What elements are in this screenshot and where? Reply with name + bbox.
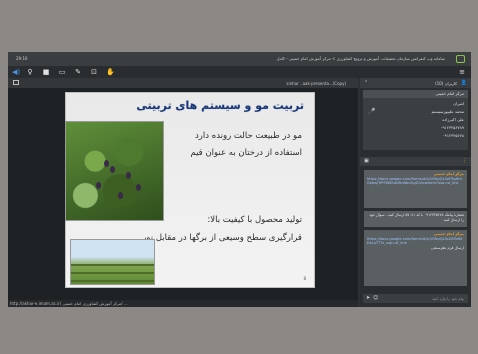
screen-share-icon[interactable]: ▭ [58,68,66,76]
users-icon: 👤 [460,80,467,86]
slide-line: قرارگیری سطح وسیعی از برگها در مقابل نور [142,233,302,243]
user-item[interactable]: علی اکبرزاده [442,117,464,122]
emoji-icon[interactable]: ☺ [373,295,378,301]
stage-header: sinhar ..aak-presenta...(Copy) [8,78,358,88]
chat-message: مرکز امام خمینی https://docs.google.com/… [364,170,467,208]
user-item[interactable]: مرکز امام خمینی [363,90,468,98]
user-item[interactable]: امیران [453,101,464,106]
slide-line: تولید محصول با کیفیت بالا: [207,215,302,225]
slide-line: مو در طبیعت حالت رونده دارد [195,131,302,141]
chat-input[interactable]: ➤ ☺ پیام خود را وارد کنید [363,294,468,303]
vineyard-photo [70,239,155,285]
right-sidebar: ⌃ کاربران (10) 👤 مرکز امام خمینی امیران … [360,78,471,307]
whiteboard-icon[interactable]: ⊡ [90,68,98,76]
collapse-icon[interactable]: ⌃ [364,80,368,86]
grapevine-photo [65,121,164,221]
presentation-slide: تربیت مو و سیستم های تربیتی مو در طبیعت … [65,92,315,288]
users-list: مرکز امام خمینی امیران محمد علیپورسیستم … [363,90,468,150]
user-item[interactable]: محمد علیپورسیستم [431,109,464,114]
status-url: http://akhar-e.imam.ac.ir/ مرکز آموزش کش… [10,301,128,306]
active-mic-icon: 🎤 [368,108,376,115]
message-link[interactable]: https://docs.google.com/forms/d/e/1FAIpQ… [367,237,464,246]
chat-icon[interactable]: ▣ [364,158,369,164]
conference-app-window: 29:16 سامانه وب کنفرانس سازمان تحقیقات، … [8,52,471,307]
message-link[interactable]: https://docs.google.com/forms/d/e/1FAIpQ… [367,177,464,186]
status-bar: http://akhar-e.imam.ac.ir/ مرکز آموزش کش… [8,300,358,307]
user-item[interactable]: ۰۹۱۲۳۴۵۶۷۸ [443,133,464,138]
options-icon[interactable]: ⋮ [462,158,467,164]
presentation-stage: تربیت مو و سیستم های تربیتی مو در طبیعت … [8,88,358,300]
app-logo-icon [456,55,465,63]
chat-input-placeholder: پیام خود را وارد کنید [432,296,464,301]
mic-icon[interactable]: ♀ [26,68,34,76]
chat-message: شماره پیامک ۰۹۱۲۳۴۵۶۷۸ با کد ۵۷۰۸۱ ارسال… [364,211,467,227]
main-toolbar: ◀) ♀ ■ ▭ ✎ ⊡ ✋ ≡ [8,66,471,78]
users-count: کاربران (10) [435,81,457,86]
pen-icon[interactable]: ✎ [74,68,82,76]
menu-icon[interactable]: ≡ [458,68,466,76]
window-title: سامانه وب کنفرانس سازمان تحقیقات، آموزش … [276,56,445,61]
send-icon[interactable]: ➤ [366,295,370,301]
speaker-icon[interactable]: ◀) [12,68,20,76]
message-text: ارسال فرم نظرسنجی [430,245,464,250]
user-item[interactable]: ۰۹۱۲۳۴۵۶۷۸۹ [440,125,464,130]
document-icon[interactable] [13,80,19,85]
slide-page-number: 8 [303,276,306,281]
slide-title: تربیت مو و سیستم های تربیتی [136,99,304,112]
session-clock: 29:16 [16,56,28,61]
title-bar: 29:16 سامانه وب کنفرانس سازمان تحقیقات، … [8,52,471,66]
document-name: sinhar ..aak-presenta...(Copy) [286,81,346,86]
chat-message: مرکز امام خمینی https://docs.google.com/… [364,230,467,286]
chat-panel-header: ▣ ⋮ [360,157,471,166]
message-text: شماره پیامک ۰۹۱۲۳۴۵۶۷۸ با کد ۵۷۰۸۱ ارسال… [369,213,464,222]
camera-icon[interactable]: ■ [42,68,50,76]
raise-hand-icon[interactable]: ✋ [106,68,115,76]
users-panel-header: ⌃ کاربران (10) 👤 [360,78,471,88]
slide-line: استفاده از درختان به عنوان قیم [190,148,302,158]
